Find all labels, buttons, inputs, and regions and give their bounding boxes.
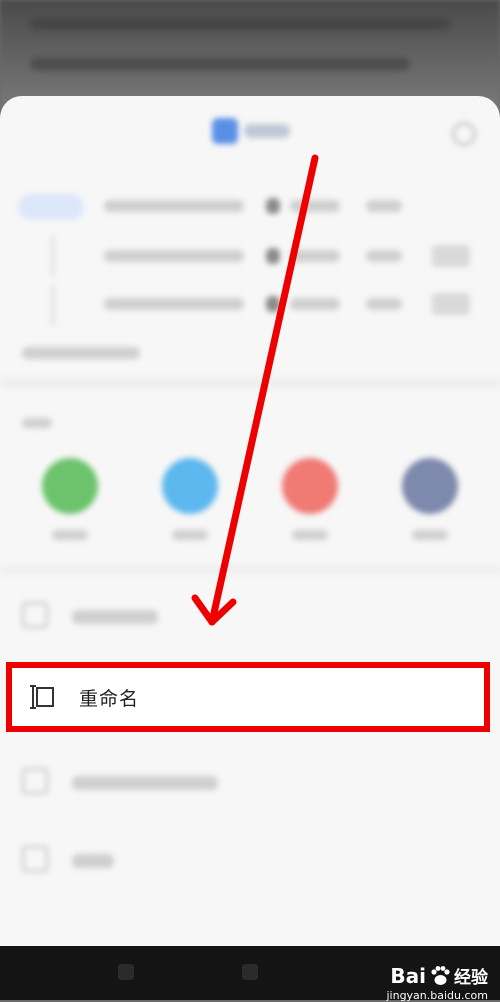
- red-arrow-annotation: [191, 154, 319, 626]
- system-nav-bar: Bai 经验 jingyan.baidu.com: [0, 946, 500, 1002]
- watermark-url: jingyan.baidu.com: [386, 989, 488, 1002]
- watermark-brand-right: 经验: [454, 968, 488, 988]
- baidu-paw-icon: [429, 965, 451, 987]
- nav-back-icon[interactable]: [118, 964, 134, 980]
- baidu-watermark: Bai 经验 jingyan.baidu.com: [386, 963, 488, 1002]
- watermark-brand-left: Bai: [390, 963, 426, 988]
- nav-home-icon[interactable]: [242, 964, 258, 980]
